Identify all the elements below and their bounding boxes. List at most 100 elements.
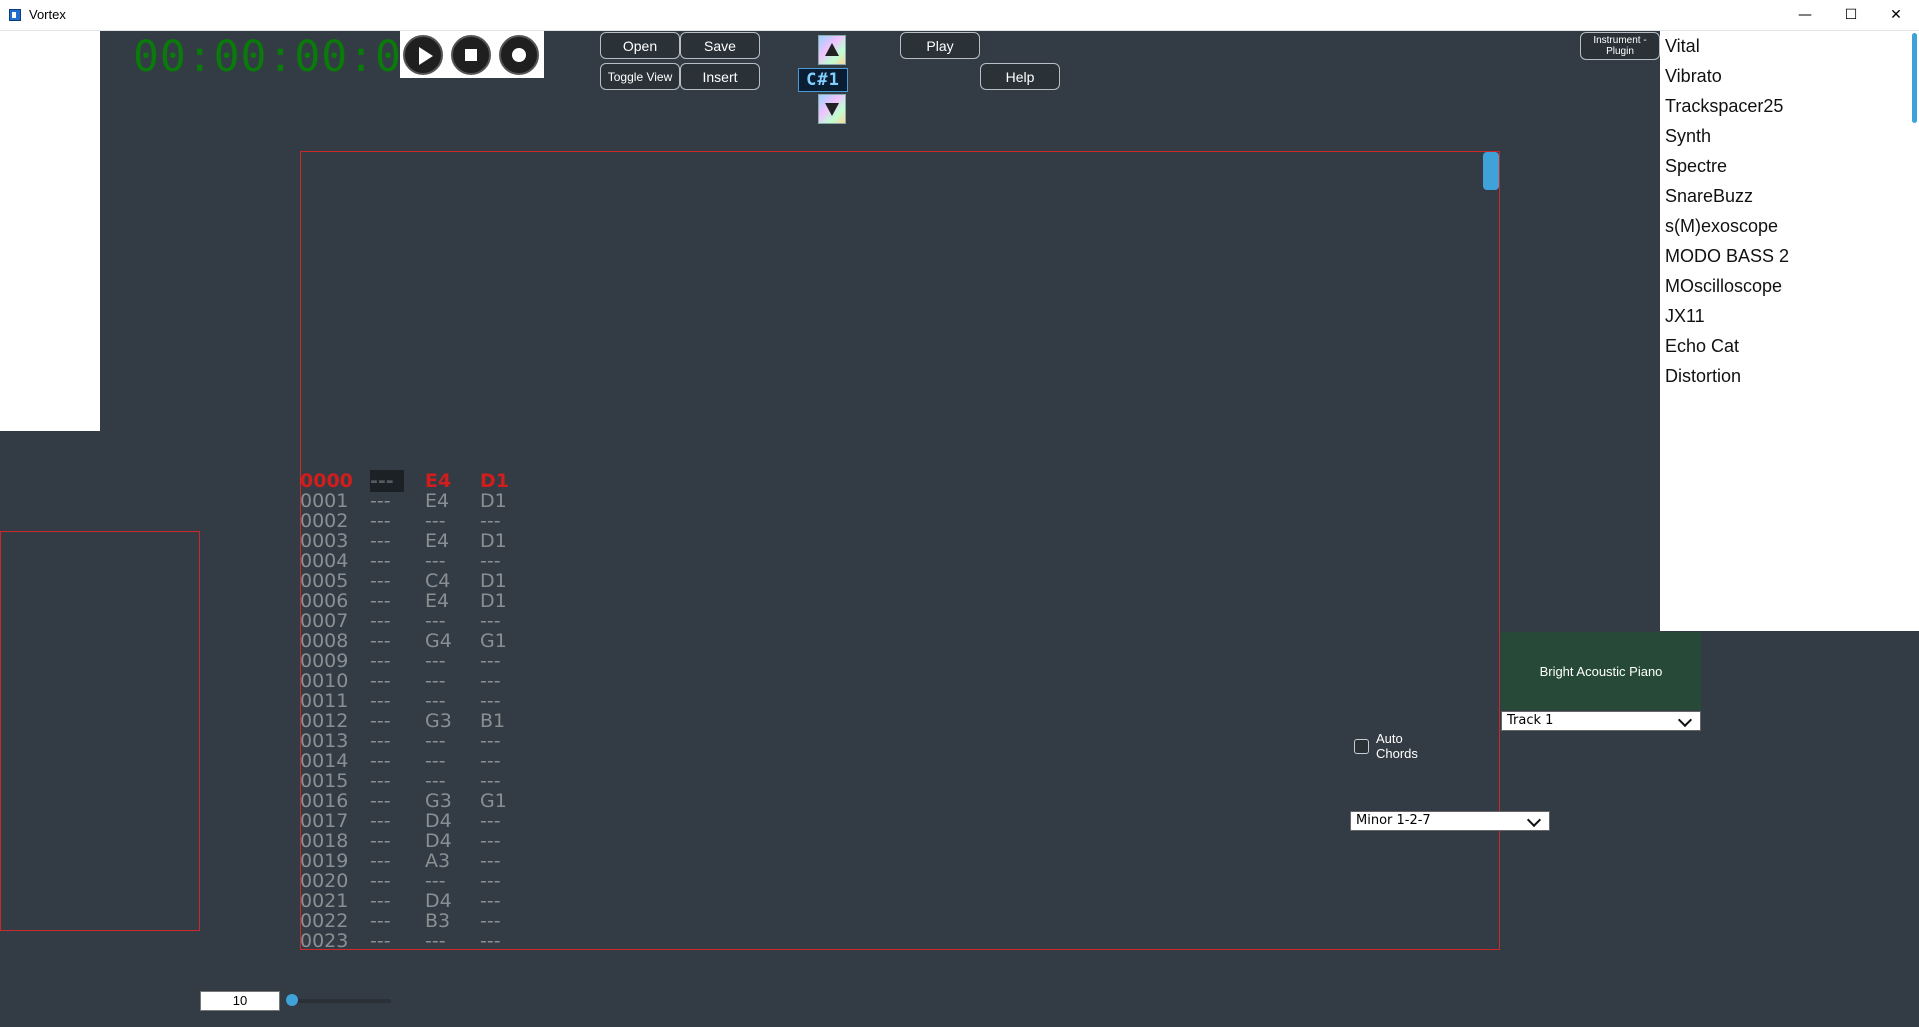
note-cell[interactable]: --- — [370, 730, 391, 752]
note-cell[interactable]: --- — [480, 830, 501, 852]
note-cell[interactable]: --- — [425, 690, 446, 712]
note-cell[interactable]: E4 — [425, 470, 451, 492]
note-cell[interactable]: D1 — [480, 470, 509, 492]
maximize-button[interactable]: ☐ — [1828, 0, 1874, 30]
plugin-item[interactable]: Distortion — [1665, 366, 1741, 387]
octave-down-button[interactable] — [818, 94, 846, 124]
toggle-view-button[interactable]: Toggle View — [600, 63, 680, 90]
stop-transport-button[interactable] — [451, 35, 491, 75]
insert-button[interactable]: Insert — [680, 63, 760, 90]
note-cell[interactable]: --- — [480, 610, 501, 632]
note-cell[interactable]: A3 — [425, 850, 450, 872]
note-cell[interactable]: D4 — [425, 830, 452, 852]
note-cell[interactable]: --- — [480, 930, 501, 952]
slider-track[interactable] — [292, 999, 391, 1003]
note-cell[interactable]: --- — [425, 770, 446, 792]
note-cell[interactable]: D4 — [425, 890, 452, 912]
plugin-list-scrollbar[interactable] — [1912, 33, 1917, 123]
plugin-item[interactable]: Vital — [1665, 36, 1700, 57]
note-cell[interactable]: --- — [425, 670, 446, 692]
note-cell[interactable]: --- — [425, 510, 446, 532]
note-cell[interactable]: D1 — [480, 530, 507, 552]
note-cell[interactable]: --- — [480, 670, 501, 692]
note-cell[interactable]: --- — [425, 750, 446, 772]
note-cell[interactable]: --- — [370, 630, 391, 652]
note-cell[interactable]: --- — [370, 690, 391, 712]
note-cell[interactable]: --- — [480, 870, 501, 892]
note-cell[interactable]: --- — [425, 870, 446, 892]
note-cell[interactable]: --- — [370, 670, 391, 692]
plugin-item[interactable]: MODO BASS 2 — [1665, 246, 1789, 267]
note-cell[interactable]: --- — [370, 890, 391, 912]
note-cell[interactable]: --- — [370, 850, 391, 872]
note-cell[interactable]: --- — [425, 930, 446, 952]
note-cell[interactable]: --- — [425, 730, 446, 752]
save-button[interactable]: Save — [680, 32, 760, 59]
note-cell[interactable]: --- — [480, 510, 501, 532]
note-cell[interactable]: --- — [480, 910, 501, 932]
track-select[interactable]: Track 1 — [1501, 711, 1701, 731]
note-cell[interactable]: E4 — [425, 490, 449, 512]
note-cell[interactable]: --- — [425, 610, 446, 632]
plugin-item[interactable]: Spectre — [1665, 156, 1727, 177]
note-cell[interactable]: --- — [480, 750, 501, 772]
plugin-item[interactable]: Echo Cat — [1665, 336, 1739, 357]
note-cell[interactable]: --- — [370, 510, 391, 532]
step-value-input[interactable]: 10 — [200, 991, 280, 1011]
note-cell[interactable]: B3 — [425, 910, 450, 932]
note-cell[interactable]: --- — [370, 570, 391, 592]
note-cell[interactable]: --- — [370, 870, 391, 892]
note-cell[interactable]: --- — [370, 790, 391, 812]
note-cell[interactable]: G1 — [480, 790, 507, 812]
note-cell[interactable]: --- — [425, 550, 446, 572]
note-cell[interactable]: --- — [480, 810, 501, 832]
plugin-item[interactable]: JX11 — [1665, 306, 1705, 327]
note-cell[interactable]: --- — [480, 730, 501, 752]
plugin-item[interactable]: MOscilloscope — [1665, 276, 1782, 297]
note-cell[interactable]: --- — [480, 890, 501, 912]
note-cell[interactable]: --- — [370, 470, 404, 492]
note-cell[interactable]: --- — [480, 850, 501, 872]
note-cell[interactable]: --- — [370, 750, 391, 772]
note-cell[interactable]: --- — [370, 610, 391, 632]
instrument-plugin-toggle[interactable]: Instrument - Plugin — [1580, 32, 1660, 60]
auto-chords-checkbox[interactable] — [1354, 739, 1369, 754]
minimize-button[interactable]: — — [1782, 0, 1828, 30]
slider-knob[interactable] — [286, 994, 298, 1006]
note-cell[interactable]: E4 — [425, 590, 449, 612]
note-cell[interactable]: --- — [370, 530, 391, 552]
help-button[interactable]: Help — [980, 63, 1060, 90]
note-cell[interactable]: D1 — [480, 570, 507, 592]
plugin-item[interactable]: SnareBuzz — [1665, 186, 1753, 207]
close-button[interactable]: ✕ — [1873, 0, 1919, 30]
note-cell[interactable]: E4 — [425, 530, 449, 552]
note-cell[interactable]: --- — [370, 590, 391, 612]
note-cell[interactable]: C4 — [425, 570, 450, 592]
note-cell[interactable]: D4 — [425, 810, 452, 832]
instrument-name-box[interactable]: Bright Acoustic Piano — [1501, 632, 1701, 710]
note-cell[interactable]: D1 — [480, 590, 507, 612]
note-cell[interactable]: --- — [480, 550, 501, 572]
note-cell[interactable]: --- — [480, 770, 501, 792]
note-cell[interactable]: D1 — [480, 490, 507, 512]
note-cell[interactable]: --- — [370, 810, 391, 832]
plugin-item[interactable]: Vibrato — [1665, 66, 1722, 87]
pattern-scrollbar[interactable] — [1483, 152, 1499, 190]
chord-progression-select[interactable]: Minor 1-2-7 — [1350, 811, 1550, 831]
note-cell[interactable]: G4 — [425, 630, 452, 652]
octave-up-button[interactable] — [818, 35, 846, 65]
plugin-item[interactable]: Trackspacer25 — [1665, 96, 1783, 117]
note-cell[interactable]: --- — [370, 550, 391, 572]
note-cell[interactable]: --- — [370, 770, 391, 792]
note-cell[interactable]: --- — [370, 930, 391, 952]
note-cell[interactable]: --- — [480, 650, 501, 672]
plugin-item[interactable]: s(M)exoscope — [1665, 216, 1778, 237]
note-cell[interactable]: G3 — [425, 790, 452, 812]
note-cell[interactable]: --- — [370, 830, 391, 852]
note-cell[interactable]: --- — [370, 710, 391, 732]
note-cell[interactable]: --- — [370, 650, 391, 672]
play-transport-button[interactable] — [403, 35, 443, 75]
open-button[interactable]: Open — [600, 32, 680, 59]
note-cell[interactable]: G3 — [425, 710, 452, 732]
note-cell[interactable]: --- — [480, 690, 501, 712]
